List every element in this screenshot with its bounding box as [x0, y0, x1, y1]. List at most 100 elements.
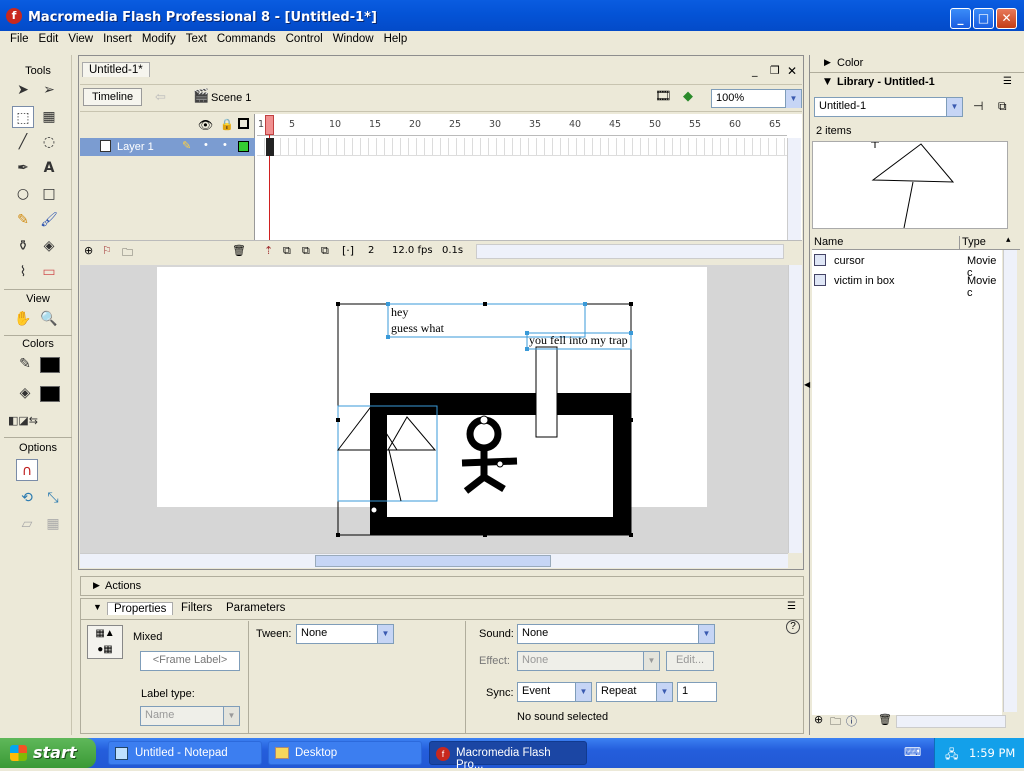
new-folder-icon[interactable]: 🗀 — [830, 713, 841, 732]
lock-icon[interactable]: 🔒 — [220, 118, 234, 131]
stage-artwork[interactable] — [157, 267, 707, 542]
zoom-select[interactable]: 100% ▼ — [711, 89, 802, 108]
tab-properties[interactable]: Properties — [107, 602, 174, 615]
new-library-icon[interactable]: ⧉ — [998, 99, 1007, 114]
insert-folder-icon[interactable]: 🗀 — [122, 244, 133, 263]
label-type-select[interactable]: Name ▼ — [140, 706, 240, 726]
properties-icon[interactable]: ⓘ — [846, 713, 857, 729]
ink-bottle-tool-icon[interactable]: ⚱ — [12, 235, 34, 257]
timeline-vscroll[interactable] — [787, 138, 801, 244]
options-menu-icon[interactable]: ☰ — [1003, 76, 1012, 87]
edit-multiple-icon[interactable]: ⧉ — [321, 244, 329, 258]
taskbar-flash[interactable]: f Macromedia Flash Pro... — [429, 741, 587, 771]
distort-icon[interactable]: ▱ — [16, 513, 38, 535]
menu-modify[interactable]: Modify — [137, 31, 181, 47]
new-symbol-icon[interactable]: ⊕ — [814, 713, 823, 726]
text-tool-icon[interactable]: A — [38, 157, 60, 179]
scale-icon[interactable]: ⤡ — [42, 487, 64, 509]
insert-layer-icon[interactable]: ⊕ — [84, 244, 93, 257]
menu-file[interactable]: File — [5, 31, 34, 47]
fill-color-swatch[interactable] — [40, 386, 60, 402]
doc-close-icon[interactable]: ✕ — [787, 64, 797, 78]
envelope-icon[interactable]: ▦ — [42, 513, 64, 535]
repeat-count-input[interactable]: 1 — [677, 682, 717, 702]
timeline-hscroll[interactable] — [476, 244, 784, 259]
pen-tool-icon[interactable]: ✒ — [12, 157, 34, 179]
library-panel-header[interactable]: ▼ Library - Untitled-1 ☰ — [810, 74, 1024, 92]
outline-icon[interactable] — [238, 118, 249, 129]
maximize-button[interactable]: □ — [973, 8, 994, 29]
library-vscroll[interactable] — [1003, 250, 1017, 712]
help-icon[interactable]: ? — [786, 620, 800, 634]
lasso-tool-icon[interactable]: ◌ — [38, 131, 60, 153]
add-guide-icon[interactable]: ⚐ — [102, 244, 112, 257]
menu-commands[interactable]: Commands — [212, 31, 281, 47]
back-arrow-icon[interactable]: ⇦ — [155, 90, 166, 105]
stage-vscroll[interactable] — [788, 265, 802, 553]
fill-transform-tool-icon[interactable]: ▦ — [38, 106, 60, 128]
menu-view[interactable]: View — [63, 31, 98, 47]
swap-colors-icon[interactable]: ◧◪⇆ — [8, 410, 38, 432]
taskbar-desktop[interactable]: Desktop — [268, 741, 422, 765]
library-document-select[interactable]: Untitled-1 ▼ — [814, 97, 963, 117]
arrow-tool-icon[interactable]: ➤ — [12, 79, 34, 101]
keyframe[interactable] — [266, 138, 274, 156]
menu-edit[interactable]: Edit — [34, 31, 64, 47]
oval-tool-icon[interactable]: ○ — [12, 183, 34, 205]
menu-text[interactable]: Text — [181, 31, 212, 47]
close-button[interactable]: ✕ — [996, 8, 1017, 29]
onion-outline-icon[interactable]: ⧉ — [302, 244, 310, 258]
tween-select[interactable]: None ▼ — [296, 624, 394, 644]
taskbar-notepad[interactable]: Untitled - Notepad — [108, 741, 262, 765]
rectangle-tool-icon[interactable]: □ — [38, 183, 60, 205]
stage-text-trap[interactable]: you fell into my trap — [529, 333, 628, 348]
frame-label-field[interactable]: <Frame Label> — [140, 651, 240, 671]
library-hscroll[interactable] — [896, 715, 1006, 728]
stage-hscroll[interactable] — [80, 553, 788, 568]
zoom-tool-icon[interactable]: 🔍 — [38, 308, 60, 330]
color-panel-header[interactable]: ▶ Color — [810, 55, 1024, 73]
onion-skin-icon[interactable]: ⧉ — [283, 244, 291, 258]
delete-layer-icon[interactable]: 🗑 — [232, 244, 246, 257]
hand-tool-icon[interactable]: ✋ — [12, 308, 34, 330]
doc-minimize-icon[interactable]: _ — [752, 64, 758, 77]
edit-symbols-icon[interactable]: ◆ — [683, 89, 693, 104]
doc-restore-icon[interactable]: ❐ — [770, 64, 780, 77]
network-icon[interactable]: 🖧 — [945, 745, 958, 766]
brush-tool-icon[interactable]: 🖌 — [38, 209, 60, 231]
paint-bucket-tool-icon[interactable]: ◈ — [38, 235, 60, 257]
menu-help[interactable]: Help — [379, 31, 413, 47]
pin-icon[interactable]: ⊣ — [973, 99, 983, 113]
sync-select[interactable]: Event ▼ — [517, 682, 592, 702]
free-transform-tool-icon[interactable]: ⬚ — [12, 106, 34, 128]
menu-insert[interactable]: Insert — [98, 31, 137, 47]
collapse-arrow-icon[interactable]: ▼ — [93, 602, 102, 612]
sound-select[interactable]: None ▼ — [517, 624, 715, 644]
actions-panel-header[interactable]: ▶ Actions — [80, 576, 804, 596]
start-button[interactable]: start — [0, 738, 96, 768]
line-tool-icon[interactable]: ╱ — [12, 131, 34, 153]
sort-icon[interactable]: ▴ — [1006, 235, 1011, 245]
document-tab[interactable]: Untitled-1* — [82, 62, 150, 77]
tab-parameters[interactable]: Parameters — [226, 602, 285, 614]
col-name[interactable]: Name — [814, 236, 843, 248]
eye-icon[interactable]: 👁 — [198, 118, 213, 132]
center-frame-icon[interactable]: ⇡ — [264, 244, 273, 257]
frame-cells[interactable] — [257, 138, 787, 156]
menu-control[interactable]: Control — [281, 31, 328, 47]
panel-collapse-handle[interactable]: ◀ — [804, 380, 810, 400]
subselect-tool-icon[interactable]: ➢ — [38, 79, 60, 101]
tab-filters[interactable]: Filters — [181, 602, 212, 614]
playhead[interactable] — [265, 115, 274, 135]
stroke-color-swatch[interactable] — [40, 357, 60, 373]
list-item[interactable]: victim in box Movie c — [812, 271, 1002, 299]
options-menu-icon[interactable]: ☰ — [787, 601, 796, 612]
stage-hscroll-thumb[interactable] — [315, 555, 551, 567]
stage-text-hey[interactable]: hey — [391, 305, 408, 320]
effect-select[interactable]: None ▼ — [517, 651, 660, 671]
eraser-tool-icon[interactable]: ▭ — [38, 261, 60, 283]
col-type[interactable]: Type — [962, 236, 986, 248]
timeline-toggle-button[interactable]: Timeline — [83, 88, 143, 106]
edit-scene-icon[interactable]: 🎞 — [655, 89, 672, 104]
list-item[interactable]: cursor Movie c — [812, 251, 1002, 279]
